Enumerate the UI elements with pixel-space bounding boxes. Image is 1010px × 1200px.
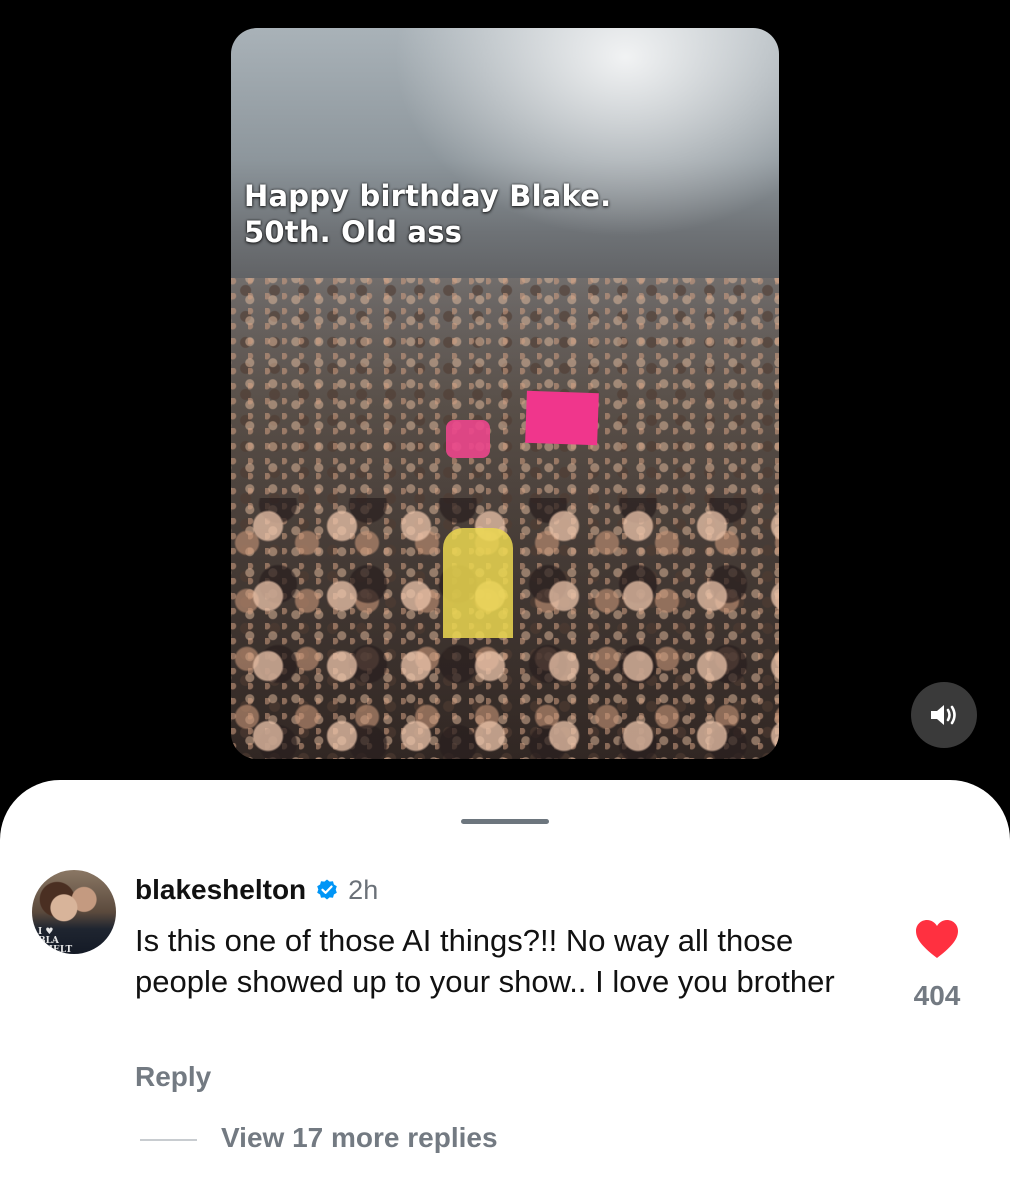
pink-shirt	[446, 420, 490, 458]
replies-divider	[140, 1139, 197, 1141]
view-more-replies-button[interactable]: View 17 more replies	[221, 1122, 498, 1154]
sound-toggle-button[interactable]	[911, 682, 977, 748]
avatar-shirt-text: I ♥ BLA SHELT	[38, 927, 73, 955]
comment-timestamp: 2h	[348, 874, 379, 905]
drag-handle[interactable]	[461, 819, 549, 824]
comments-sheet: I ♥ BLA SHELT blakeshelton 2h Is this one …	[0, 780, 1010, 1200]
username[interactable]: blakeshelton	[135, 874, 306, 906]
speaker-on-icon	[931, 705, 956, 725]
heart-filled-icon[interactable]	[914, 918, 960, 960]
comment-header: blakeshelton 2h	[135, 874, 378, 906]
reply-button[interactable]: Reply	[135, 1061, 211, 1093]
yellow-shirt	[443, 528, 513, 638]
video-caption: Happy birthday Blake. 50th. Old ass	[244, 179, 612, 249]
avatar[interactable]: I ♥ BLA SHELT	[32, 870, 116, 954]
video-player[interactable]: Happy birthday Blake. 50th. Old ass	[231, 28, 779, 759]
pink-sign	[525, 390, 599, 446]
like-count: 404	[913, 980, 961, 1011]
verified-badge-icon	[317, 879, 337, 900]
comment-text: Is this one of those AI things?!! No way…	[135, 923, 835, 999]
